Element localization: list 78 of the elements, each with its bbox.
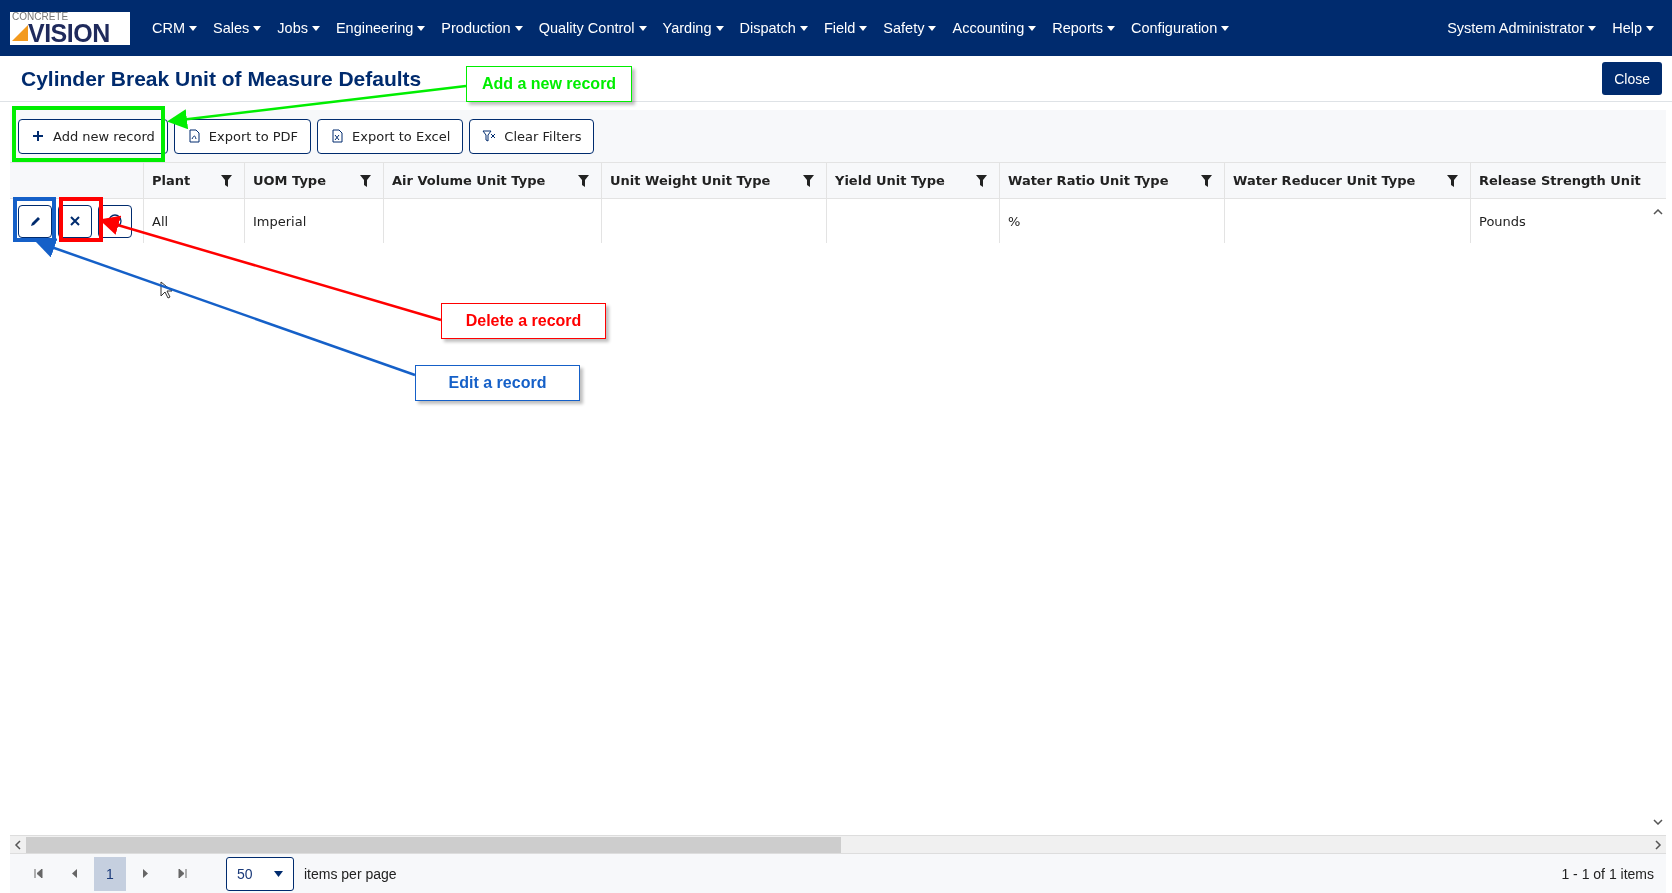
column-header[interactable]: Unit Weight Unit Type — [601, 163, 826, 198]
nav-menu[interactable]: Sales — [205, 20, 270, 36]
caret-icon — [799, 25, 808, 31]
page-size-dropdown[interactable]: 50 — [226, 856, 294, 891]
page-title: Cylinder Break Unit of Measure Defaults — [21, 66, 422, 91]
column-header[interactable]: Water Ratio Unit Type — [999, 163, 1224, 198]
caret-icon — [189, 25, 198, 31]
close-button[interactable]: Close — [1602, 62, 1662, 95]
next-page-icon — [143, 869, 149, 878]
excel-file-icon — [330, 129, 345, 143]
caret-icon — [715, 25, 724, 31]
table-cell: Imperial — [244, 199, 383, 243]
caret-icon — [253, 25, 262, 31]
page-button[interactable]: 1 — [94, 856, 126, 891]
caret-icon — [514, 25, 523, 31]
logo: CONCRETE VISION — [10, 11, 130, 45]
caret-icon — [1588, 25, 1597, 31]
nav-menu[interactable]: System Administrator — [1439, 20, 1605, 36]
nav-menu[interactable]: Safety — [875, 20, 945, 36]
pager-summary: 1 - 1 of 1 items — [1561, 865, 1654, 882]
scroll-up-icon[interactable] — [1653, 209, 1663, 215]
mouse-cursor-icon — [160, 281, 172, 299]
toolbar-button[interactable]: Add new record — [18, 118, 168, 154]
caret-icon — [1221, 25, 1230, 31]
caret-icon — [928, 25, 937, 31]
filter-icon[interactable] — [1447, 174, 1458, 187]
nav-menu[interactable]: Accounting — [944, 20, 1045, 36]
column-header[interactable]: UOM Type — [244, 163, 383, 198]
nav-menu[interactable]: Reports — [1044, 20, 1123, 36]
filter-clear-icon — [482, 129, 497, 143]
nav-menu[interactable]: Engineering — [327, 20, 434, 36]
caret-icon — [1028, 25, 1037, 31]
scroll-down-icon[interactable] — [1653, 819, 1663, 825]
column-header[interactable]: Yield Unit Type — [826, 163, 999, 198]
column-header[interactable]: Air Volume Unit Type — [383, 163, 601, 198]
pdf-file-icon — [186, 129, 201, 143]
toolbar-button[interactable]: Export to PDF — [173, 118, 312, 154]
nav-menu[interactable]: Help — [1604, 20, 1662, 36]
table-cell: All — [143, 199, 244, 243]
caret-icon — [274, 870, 283, 877]
caret-icon — [311, 25, 320, 31]
nav-menu[interactable]: CRM — [144, 20, 206, 36]
nav-menu[interactable]: Quality Control — [530, 20, 655, 36]
filter-icon[interactable] — [803, 174, 814, 187]
filter-icon[interactable] — [976, 174, 987, 187]
nav-menu[interactable]: Dispatch — [731, 20, 816, 36]
caret-icon — [417, 25, 426, 31]
callout-label: Delete a record — [441, 303, 606, 339]
table-cell: % — [999, 199, 1224, 243]
page-size-label: items per page — [304, 865, 397, 882]
edit-button[interactable] — [18, 204, 52, 238]
nav-menu[interactable]: Configuration — [1123, 20, 1238, 36]
filter-icon[interactable] — [360, 174, 371, 187]
first-page-icon — [33, 869, 43, 878]
caret-icon — [1646, 25, 1654, 31]
filter-icon[interactable] — [1201, 174, 1212, 187]
last-page-icon — [177, 869, 187, 878]
column-header[interactable]: Water Reducer Unit Type — [1224, 163, 1470, 198]
close-icon — [70, 216, 80, 226]
toolbar-button[interactable]: Export to Excel — [317, 118, 464, 154]
nav-menu[interactable]: Jobs — [269, 20, 328, 36]
nav-menu[interactable]: Field — [815, 20, 876, 36]
filter-icon[interactable] — [221, 174, 232, 187]
pencil-icon — [28, 214, 42, 228]
plus-icon — [31, 129, 45, 143]
toolbar-button[interactable]: Clear Filters — [469, 118, 595, 154]
caret-icon — [638, 25, 647, 31]
nav-menu[interactable]: Yarding — [654, 20, 732, 36]
caret-icon — [1107, 25, 1115, 31]
column-header[interactable]: Release Strength Unit — [1470, 163, 1660, 198]
filter-icon[interactable] — [578, 174, 589, 187]
column-header[interactable]: Plant — [143, 163, 244, 198]
horizontal-scrollbar[interactable] — [10, 835, 1666, 853]
previous-page-icon — [71, 869, 77, 878]
caret-icon — [859, 25, 868, 31]
callout-label: Add a new record — [466, 66, 632, 102]
nav-menu[interactable]: Production — [433, 20, 531, 36]
callout-label: Edit a record — [415, 365, 580, 401]
